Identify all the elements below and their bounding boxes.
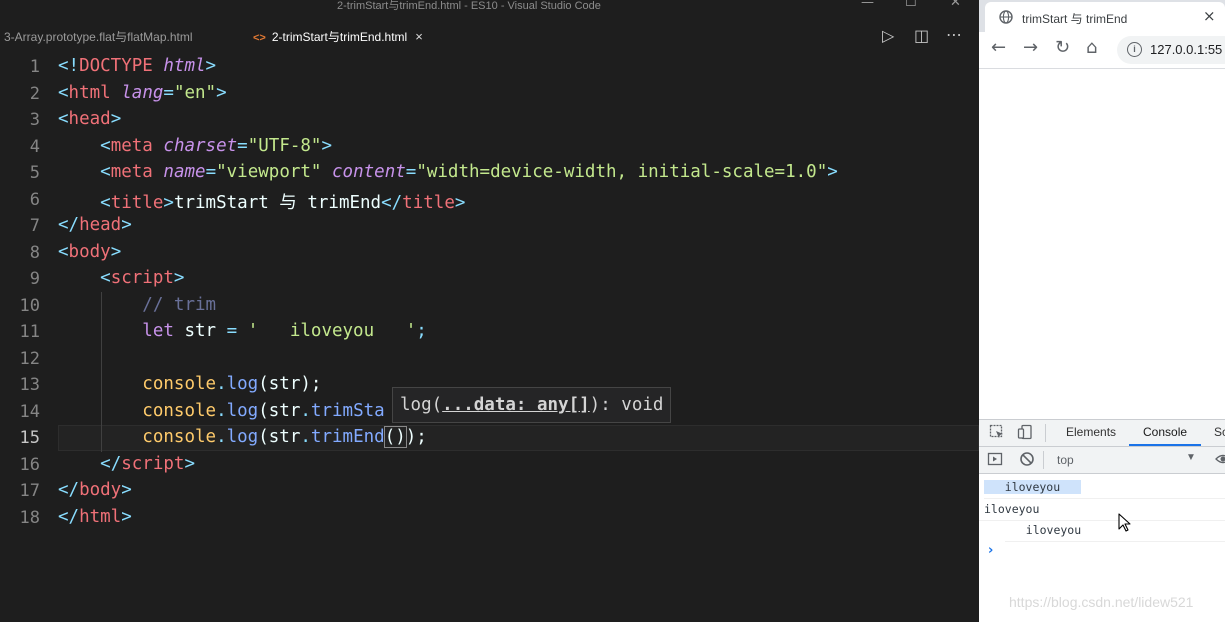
code-line-16: </script> — [100, 453, 195, 474]
tab-sources[interactable]: Sc — [1214, 425, 1225, 439]
reload-icon[interactable]: ↻ — [1055, 37, 1070, 59]
clear-console-icon[interactable] — [1019, 451, 1035, 471]
minimize-icon[interactable]: — — [861, 0, 874, 10]
close-tab-icon[interactable]: × — [415, 29, 423, 44]
forward-arrow-icon[interactable]: → — [1023, 37, 1038, 59]
vscode-window: 2-trimStart与trimEnd.html - ES10 - Visual… — [0, 0, 979, 622]
title-bar: 2-trimStart与trimEnd.html - ES10 - Visual… — [0, 0, 979, 12]
line-number: 1 — [29, 57, 40, 77]
line-number: 6 — [29, 189, 40, 210]
window-title: 2-trimStart与trimEnd.html - ES10 - Visual… — [337, 0, 601, 12]
info-icon[interactable]: i — [1127, 42, 1142, 57]
console-log-line: iloveyou — [1005, 520, 1225, 542]
mouse-cursor-icon — [1118, 513, 1132, 537]
close-window-icon[interactable]: ✕ — [950, 0, 961, 10]
tab-label: 3-Array.prototype.flat与flatMap.html — [4, 30, 193, 44]
maximize-icon[interactable]: ☐ — [905, 0, 917, 10]
eye-icon[interactable] — [1215, 451, 1225, 471]
browser-tab-strip: trimStart 与 trimEnd × — [979, 0, 1225, 32]
code-line-13: console.log(str); — [142, 374, 322, 394]
inspect-element-icon[interactable] — [989, 424, 1005, 444]
url-text: 127.0.0.1:55 — [1150, 42, 1223, 57]
line-number: 11 — [19, 322, 40, 342]
code-line-14: console.log(str.trimSta — [142, 400, 385, 421]
tab-trimstart-active[interactable]: <> 2-trimStart与trimEnd.html × — [245, 22, 431, 52]
code-line-18: </html> — [58, 506, 132, 527]
browser-toolbar: ← → ↻ ⌂ i 127.0.0.1:55 — [979, 32, 1225, 69]
code-line-8: <body> — [58, 241, 122, 262]
code-line-3: <head> — [58, 109, 122, 129]
browser-window: trimStart 与 trimEnd × ← → ↻ ⌂ i 127.0.0.… — [979, 0, 1225, 622]
line-number: 14 — [19, 401, 40, 422]
code-line-15: console.log(str.trimEnd()); — [142, 426, 427, 448]
close-tab-icon[interactable]: × — [1203, 7, 1216, 25]
line-number: 7 — [29, 216, 40, 236]
console-prompt-icon[interactable]: › — [988, 543, 993, 558]
active-parameter: ...data: any[] — [442, 395, 590, 415]
code-line-10: // trim — [142, 294, 217, 315]
line-number: 17 — [19, 481, 40, 501]
back-arrow-icon[interactable]: ← — [991, 37, 1006, 59]
tab-array-flat[interactable]: 3-Array.prototype.flat与flatMap.html — [4, 22, 193, 52]
address-bar[interactable]: i 127.0.0.1:55 — [1117, 36, 1225, 64]
line-number: 8 — [29, 242, 40, 263]
signature-help-tooltip: log(...data: any[]): void — [392, 387, 672, 423]
code-line-4: <meta charset="UTF-8"> — [100, 135, 333, 156]
device-toolbar-icon[interactable] — [1017, 424, 1033, 444]
split-editor-icon[interactable]: ◫ — [914, 27, 929, 45]
code-line-5: <meta name="viewport" content="width=dev… — [100, 162, 838, 182]
toolbar-divider — [1043, 451, 1044, 469]
console-log-line: iloveyou — [979, 499, 1225, 521]
console-toolbar: top ▼ — [979, 447, 1225, 474]
code-line-7: </head> — [58, 215, 132, 235]
more-actions-icon[interactable]: ⋯ — [946, 26, 962, 44]
show-sidebar-icon[interactable] — [987, 451, 1003, 471]
devtools-panel: Elements Console Sc top ▼ iloveyou ilove… — [979, 419, 1225, 622]
line-number: 10 — [19, 295, 40, 316]
context-selector[interactable]: top ▼ — [1051, 450, 1201, 470]
globe-icon — [999, 10, 1013, 28]
code-line-9: <script> — [100, 268, 185, 288]
code-editor[interactable]: 1 2 3 4 5 6 7 8 9 10 11 12 13 14 15 16 1… — [0, 52, 979, 622]
watermark-text: https://blog.csdn.net/lidew521 — [1009, 594, 1194, 610]
run-icon[interactable]: ▷ — [882, 27, 894, 45]
line-number: 4 — [29, 136, 40, 157]
context-value: top — [1057, 453, 1074, 467]
editor-tab-bar: 3-Array.prototype.flat与flatMap.html <> 2-… — [0, 22, 979, 52]
console-log-line: iloveyou — [984, 477, 1225, 499]
line-number: 15 — [19, 428, 40, 448]
browser-tab-title: trimStart 与 trimEnd — [1022, 12, 1128, 26]
active-tab-indicator — [1129, 444, 1201, 446]
line-number: 16 — [19, 454, 40, 475]
code-line-1: <!DOCTYPE html> — [58, 56, 217, 76]
dropdown-caret-icon: ▼ — [1186, 452, 1196, 463]
code-line-11: let str = ' iloveyou '; — [142, 321, 427, 341]
devtools-tab-bar: Elements Console Sc — [979, 420, 1225, 447]
line-number: 18 — [19, 507, 40, 528]
code-line-6: <title>trimStart 与 trimEnd</title> — [100, 192, 466, 213]
line-number: 3 — [29, 110, 40, 130]
toolbar-divider — [1045, 424, 1046, 442]
line-number: 12 — [19, 348, 40, 369]
home-icon[interactable]: ⌂ — [1086, 37, 1097, 59]
tab-elements[interactable]: Elements — [1066, 425, 1116, 439]
line-number: 9 — [29, 269, 40, 289]
line-number: 2 — [29, 83, 40, 104]
tab-label: 2-trimStart与trimEnd.html — [271, 30, 408, 44]
code-line-2: <html lang="en"> — [58, 82, 227, 103]
tab-console[interactable]: Console — [1143, 425, 1187, 439]
html-file-icon: <> — [253, 32, 266, 44]
line-number: 5 — [29, 163, 40, 183]
code-line-17: </body> — [58, 480, 132, 500]
browser-tab[interactable]: trimStart 与 trimEnd × — [985, 2, 1225, 32]
line-number: 13 — [19, 375, 40, 395]
